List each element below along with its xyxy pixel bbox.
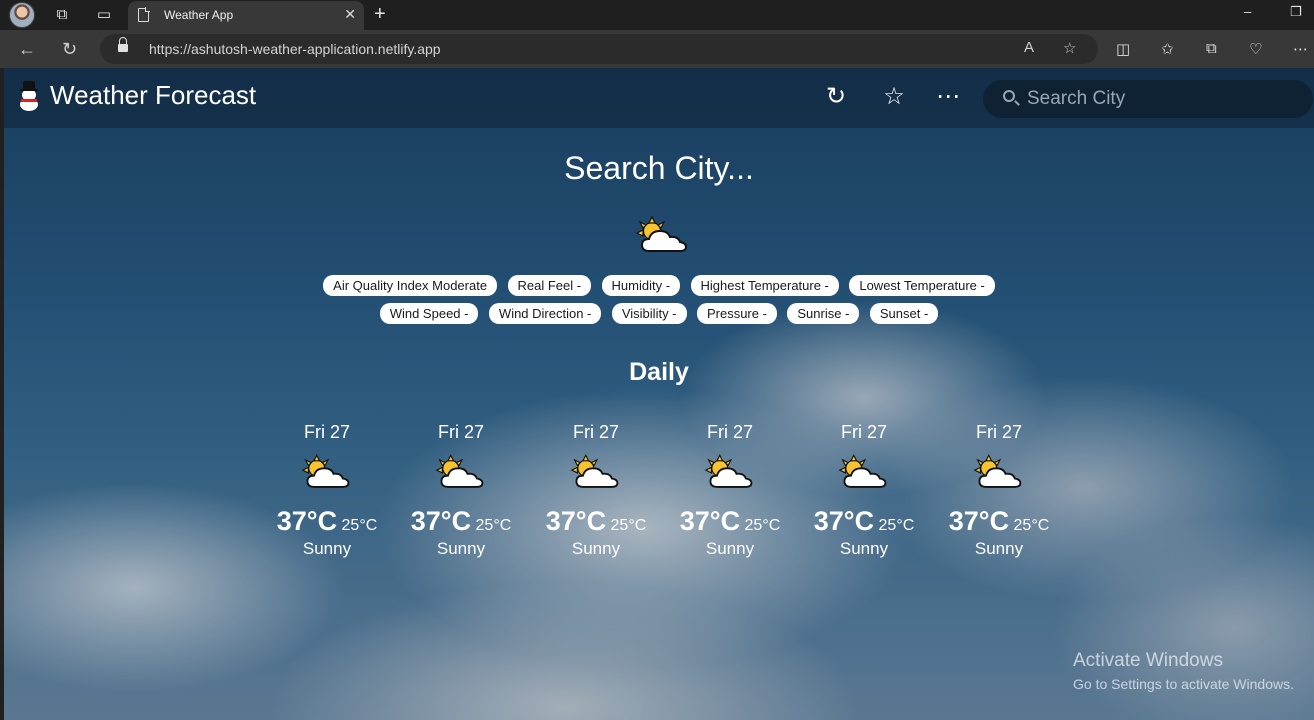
forecast-day: Fri 27 37°C 25°C Sunny bbox=[396, 422, 526, 559]
wind-speed-chip: Wind Speed - bbox=[379, 303, 479, 324]
forecast-low: 25°C bbox=[341, 517, 378, 534]
forecast-date: Fri 27 bbox=[706, 422, 753, 442]
browser-toolbar: ← ↻ https://ashutosh-weather-application… bbox=[0, 30, 1314, 89]
watermark-subtitle: Go to Settings to activate Windows. bbox=[1073, 676, 1294, 692]
restore-button[interactable]: ❐ bbox=[1290, 4, 1302, 20]
search-box[interactable] bbox=[983, 80, 1313, 118]
tab-actions-icon[interactable]: ▭ bbox=[90, 0, 118, 30]
forecast-day: Fri 27 37°C 25°C Sunny bbox=[799, 422, 929, 559]
minimize-button[interactable]: – bbox=[1244, 4, 1251, 19]
read-aloud-icon[interactable]: A bbox=[1024, 39, 1034, 56]
highest-temp-chip: Highest Temperature - bbox=[690, 275, 839, 296]
tab-title: Weather App bbox=[164, 8, 234, 22]
humidity-chip: Humidity - bbox=[601, 275, 681, 296]
tab-weather-app[interactable]: Weather App ✕ bbox=[128, 1, 364, 30]
forecast-high: 37°C bbox=[545, 506, 607, 536]
app-header: Weather Forecast ↻ ☆ ⋯ bbox=[4, 68, 1314, 128]
forecast-condition: Sunny bbox=[571, 539, 621, 558]
pressure-chip: Pressure - bbox=[696, 303, 777, 324]
forecast-day: Fri 27 37°C 25°C Sunny bbox=[262, 422, 392, 559]
browser-tab-strip: ⧉ ▭ Weather App ✕ + – ❐ bbox=[0, 0, 1314, 30]
forecast-date: Fri 27 bbox=[437, 422, 484, 442]
watermark-title: Activate Windows bbox=[1073, 650, 1223, 671]
forecast-low: 25°C bbox=[744, 517, 781, 534]
app-title: Weather Forecast bbox=[50, 80, 257, 110]
performance-icon[interactable]: ♡ bbox=[1249, 40, 1262, 58]
refresh-button[interactable]: ↻ bbox=[821, 82, 851, 112]
city-heading: Search City... bbox=[564, 150, 754, 186]
partly-sunny-icon bbox=[634, 215, 692, 255]
forecast-date: Fri 27 bbox=[975, 422, 1022, 442]
wind-direction-chip: Wind Direction - bbox=[488, 303, 602, 324]
sunrise-chip: Sunrise - bbox=[787, 303, 860, 324]
back-icon[interactable]: ← bbox=[18, 38, 36, 60]
partly-sunny-icon bbox=[837, 452, 891, 492]
forecast-high: 37°C bbox=[276, 506, 338, 536]
forecast-date: Fri 27 bbox=[572, 422, 619, 442]
real-feel-chip: Real Feel - bbox=[507, 275, 592, 296]
visibility-chip: Visibility - bbox=[611, 303, 687, 324]
forecast-condition: Sunny bbox=[974, 539, 1024, 558]
forecast-date: Fri 27 bbox=[840, 422, 887, 442]
weather-page: Weather Forecast ↻ ☆ ⋯ Search City... Ai… bbox=[4, 68, 1314, 720]
partly-sunny-icon bbox=[300, 452, 354, 492]
refresh-icon[interactable]: ↻ bbox=[62, 38, 77, 60]
forecast-low: 25°C bbox=[878, 517, 915, 534]
forecast-day: Fri 27 37°C 25°C Sunny bbox=[531, 422, 661, 559]
forecast-condition: Sunny bbox=[302, 539, 352, 558]
favorites-icon[interactable]: ✩ bbox=[1161, 40, 1174, 58]
partly-sunny-icon bbox=[703, 452, 757, 492]
forecast-day: Fri 27 37°C 25°C Sunny bbox=[934, 422, 1064, 559]
more-options-button[interactable]: ⋯ bbox=[933, 82, 963, 112]
activate-windows-watermark: Activate Windows Go to Settings to activ… bbox=[1073, 650, 1294, 692]
tab-close-icon[interactable]: ✕ bbox=[344, 6, 356, 23]
forecast-low: 25°C bbox=[1013, 517, 1050, 534]
forecast-high: 37°C bbox=[410, 506, 472, 536]
forecast-high: 37°C bbox=[679, 506, 741, 536]
more-menu-icon[interactable]: ⋯ bbox=[1293, 40, 1308, 58]
url-text[interactable]: https://ashutosh-weather-application.net… bbox=[149, 41, 441, 57]
workspaces-icon[interactable]: ⧉ bbox=[48, 0, 76, 30]
profile-avatar[interactable] bbox=[9, 2, 35, 28]
forecast-low: 25°C bbox=[610, 517, 647, 534]
weather-details-row-1: Air Quality Index Moderate Real Feel - H… bbox=[4, 275, 1314, 296]
partly-sunny-icon bbox=[434, 452, 488, 492]
forecast-day: Fri 27 37°C 25°C Sunny bbox=[665, 422, 795, 559]
partly-sunny-icon bbox=[569, 452, 623, 492]
forecast-high: 37°C bbox=[813, 506, 875, 536]
sunset-chip: Sunset - bbox=[869, 303, 939, 324]
partly-sunny-icon bbox=[972, 452, 1026, 492]
search-input[interactable] bbox=[1027, 86, 1297, 112]
forecast-date: Fri 27 bbox=[303, 422, 350, 442]
lock-icon bbox=[118, 37, 128, 54]
collections-icon[interactable]: ⧉ bbox=[1206, 40, 1217, 57]
address-bar[interactable]: https://ashutosh-weather-application.net… bbox=[100, 34, 1098, 64]
favorite-star-icon[interactable]: ☆ bbox=[1063, 39, 1076, 57]
split-screen-icon[interactable]: ◫ bbox=[1116, 40, 1130, 58]
weather-details-row-2: Wind Speed - Wind Direction - Visibility… bbox=[4, 303, 1314, 324]
forecast-condition: Sunny bbox=[436, 539, 486, 558]
forecast-condition: Sunny bbox=[705, 539, 755, 558]
search-icon bbox=[1003, 90, 1015, 102]
forecast-low: 25°C bbox=[475, 517, 512, 534]
aqi-chip: Air Quality Index Moderate bbox=[323, 275, 498, 296]
forecast-condition: Sunny bbox=[839, 539, 889, 558]
new-tab-button[interactable]: + bbox=[374, 2, 386, 26]
forecast-high: 37°C bbox=[948, 506, 1010, 536]
lowest-temp-chip: Lowest Temperature - bbox=[849, 275, 995, 296]
snowman-logo-icon bbox=[17, 81, 41, 111]
daily-heading: Daily bbox=[629, 358, 689, 386]
page-icon bbox=[138, 7, 150, 22]
favorite-button[interactable]: ☆ bbox=[879, 82, 909, 112]
